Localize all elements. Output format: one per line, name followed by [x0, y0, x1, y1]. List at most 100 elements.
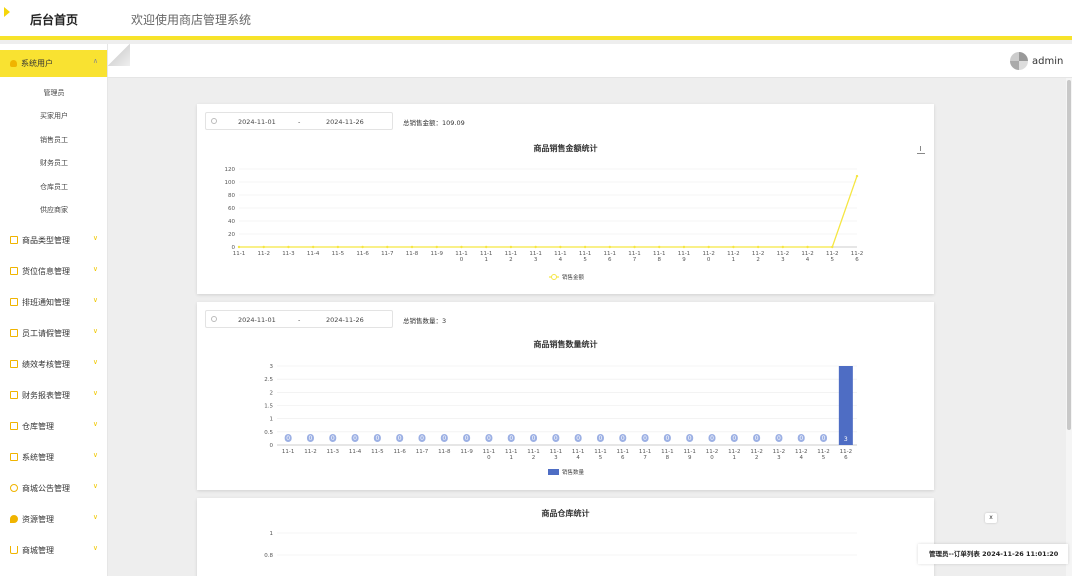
- x-tick-label: 11-1 3: [550, 449, 562, 461]
- data-point: [262, 245, 265, 249]
- sidebar-item-performance[interactable]: 绩效考核管理 ∨: [0, 354, 107, 374]
- data-point: [361, 245, 364, 249]
- x-tick-label: 11-2 5: [817, 449, 829, 461]
- sidebar-subitem-admin[interactable]: 管理员: [0, 88, 107, 98]
- x-tick-label: 11-2 3: [773, 449, 785, 461]
- sidebar-item-label: 仓库管理: [22, 421, 54, 431]
- sidebar-item-resources[interactable]: 资源管理 ∨: [0, 509, 107, 529]
- data-point: [485, 245, 488, 249]
- collapse-sidebar-toggle[interactable]: [108, 44, 130, 66]
- doc-icon: [10, 298, 18, 306]
- sales-amount-panel: 2024-11-01 - 2024-11-26 总销售金额：109.09 商品销…: [197, 104, 934, 294]
- data-label: 0: [286, 435, 290, 442]
- sidebar-subitem-buyers[interactable]: 买家用户: [0, 111, 107, 121]
- chevron-down-icon: ∨: [92, 234, 98, 242]
- data-label: 0: [822, 435, 826, 442]
- data-label: 0: [665, 435, 669, 442]
- sidebar-item-system[interactable]: 系统管理 ∨: [0, 447, 107, 467]
- data-point: [336, 245, 340, 249]
- data-label: 0: [777, 435, 781, 442]
- sidebar-item-leave[interactable]: 员工请假管理 ∨: [0, 323, 107, 343]
- data-label: 0: [487, 435, 491, 442]
- sidebar-item-schedule[interactable]: 排班通知管理 ∨: [0, 292, 107, 312]
- warehouse-panel: 商品仓库统计 0.8 1: [197, 498, 934, 576]
- sidebar-item-warehouse[interactable]: 仓库管理 ∨: [0, 416, 107, 436]
- x-tick-label: 11-8: [438, 449, 451, 455]
- x-tick-label: 11-1 1: [480, 251, 492, 263]
- scrollbar-thumb[interactable]: [1067, 80, 1071, 430]
- sidebar-item-product-types[interactable]: 商品类型管理 ∨: [0, 230, 107, 250]
- x-tick-label: 11-8: [406, 251, 419, 257]
- data-label: 0: [710, 435, 714, 442]
- chevron-down-icon: ∨: [92, 482, 98, 490]
- legend-label: 销售数量: [562, 468, 585, 476]
- sidebar-item-label: 系统用户: [21, 59, 53, 68]
- data-point: [237, 245, 241, 249]
- home-link[interactable]: 后台首页: [0, 0, 108, 40]
- sidebar-subitem-suppliers[interactable]: 供应商家: [0, 205, 107, 215]
- y-tick-label: 60: [228, 206, 235, 212]
- data-label: 0: [688, 435, 692, 442]
- x-tick-label: 11-1 0: [483, 449, 495, 461]
- sidebar-subitem-finance-staff[interactable]: 财务员工: [0, 158, 107, 168]
- data-label: 0: [732, 435, 736, 442]
- sidebar-subitem-warehouse-staff[interactable]: 仓库员工: [0, 182, 107, 192]
- doc-icon: [10, 422, 18, 430]
- data-point: [311, 245, 315, 249]
- x-tick-label: 11-2 1: [728, 449, 740, 461]
- data-point: [509, 245, 513, 249]
- data-point: [831, 245, 834, 249]
- x-tick-label: 11-1 4: [554, 251, 566, 263]
- x-tick-label: 11-2 0: [702, 251, 714, 263]
- sidebar-item-mall[interactable]: 商城管理 ∨: [0, 540, 107, 560]
- avatar[interactable]: [1010, 52, 1028, 70]
- data-point: [386, 245, 389, 249]
- data-point: [855, 174, 859, 178]
- x-tick-label: 11-1 7: [628, 251, 640, 263]
- x-tick-label: 11-1 9: [678, 251, 690, 263]
- y-tick-label: 0.8: [264, 553, 273, 559]
- sidebar-item-label: 员工请假管理: [22, 328, 70, 338]
- sidebar-item-announcements[interactable]: 商城公告管理 ∨: [0, 478, 107, 498]
- sidebar-item-finance-reports[interactable]: 财务报表管理 ∨: [0, 385, 107, 405]
- doc-icon: [10, 360, 18, 368]
- username[interactable]: admin: [1032, 56, 1063, 67]
- x-tick-label: 11-1 9: [683, 449, 695, 461]
- data-point: [435, 245, 438, 249]
- data-point: [806, 245, 809, 249]
- sidebar-item-label: 系统管理: [22, 452, 54, 462]
- sidebar-item-locations[interactable]: 货位信息管理 ∨: [0, 261, 107, 281]
- data-point: [781, 245, 785, 249]
- sidebar-item-label: 资源管理: [22, 514, 54, 524]
- sidebar-subitem-sales-staff[interactable]: 销售员工: [0, 135, 107, 145]
- data-label: 0: [420, 435, 424, 442]
- x-tick-label: 11-2 4: [801, 251, 813, 263]
- data-point: [707, 245, 710, 249]
- data-label: 0: [599, 435, 603, 442]
- y-tick-label: 1: [270, 417, 274, 423]
- y-tick-label: 2.5: [264, 377, 273, 383]
- y-tick-label: 0: [270, 443, 274, 449]
- sidebar-item-system-users[interactable]: 系统用户 ∧: [0, 50, 107, 77]
- data-label: 0: [799, 435, 803, 442]
- data-label: 0: [554, 435, 558, 442]
- sales-amount-chart: 02040608010012011-1 11-2 11-3 11-4 11-5 11-6 1…: [225, 167, 864, 281]
- data-label: 0: [309, 435, 313, 442]
- x-tick-label: 11-1 5: [579, 251, 591, 263]
- y-tick-label: 3: [270, 364, 274, 370]
- chevron-down-icon: ∨: [92, 544, 98, 552]
- data-label: 0: [442, 435, 446, 442]
- doc-icon: [10, 267, 18, 275]
- doc-icon: [10, 391, 18, 399]
- bar: [838, 366, 853, 445]
- close-notification-button[interactable]: x: [985, 513, 997, 523]
- chevron-down-icon: ∨: [92, 358, 98, 366]
- notification-toast[interactable]: 管理员--订单列表 2024-11-26 11:01:20: [918, 544, 1068, 564]
- chevron-down-icon: ∨: [92, 265, 98, 273]
- x-tick-label: 11-1 2: [527, 449, 539, 461]
- tab-bar: [108, 44, 1072, 78]
- data-point: [633, 245, 636, 249]
- x-tick-label: 11-2 1: [727, 251, 739, 263]
- warehouse-chart: 0.81: [264, 531, 857, 559]
- data-point: [559, 245, 562, 249]
